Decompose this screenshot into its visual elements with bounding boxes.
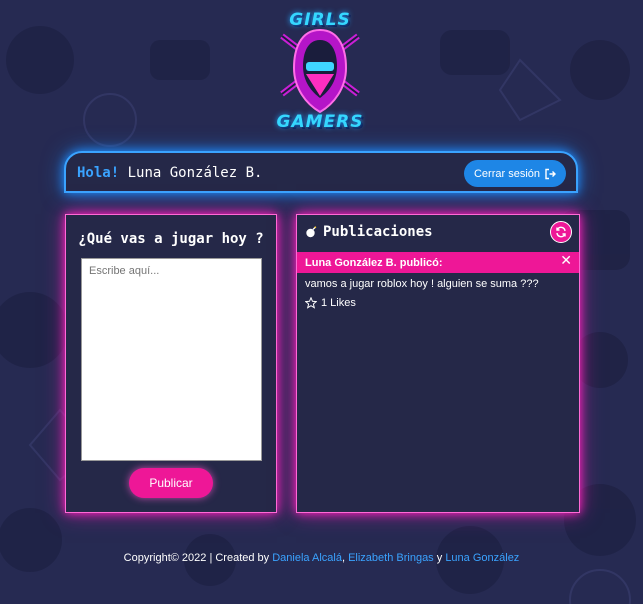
- post-header: Luna González B. publicó: ✕: [297, 252, 579, 273]
- footer-and: y: [436, 552, 443, 564]
- star-outline-icon: [305, 297, 317, 309]
- user-header-bar: Hola! Luna González B. Cerrar sesión: [64, 151, 578, 193]
- greeting: Hola! Luna González B.: [77, 165, 262, 181]
- logo-bottom-text: GAMERS: [276, 112, 364, 132]
- post-author-line: Luna González B. publicó:: [305, 256, 443, 269]
- composer-panel: ¿Qué vas a jugar hoy ? Publicar: [65, 214, 277, 513]
- author-link-elizabeth[interactable]: Elizabeth Bringas: [348, 552, 434, 564]
- refresh-button[interactable]: [550, 221, 572, 243]
- like-button[interactable]: 1 Likes: [305, 297, 356, 309]
- feed-header: Publicaciones: [305, 224, 433, 240]
- post-body: vamos a jugar roblox hoy ! alguien se su…: [305, 278, 539, 290]
- publish-button[interactable]: Publicar: [129, 468, 213, 498]
- logout-label: Cerrar sesión: [473, 167, 541, 180]
- footer: Copyright© 2022 | Created by Daniela Alc…: [0, 552, 643, 564]
- bomb-icon: [305, 226, 317, 238]
- post-textarea[interactable]: [81, 258, 262, 461]
- refresh-icon: [556, 226, 566, 238]
- logout-button[interactable]: Cerrar sesión: [464, 160, 566, 187]
- composer-title: ¿Qué vas a jugar hoy ?: [78, 231, 264, 247]
- footer-sep: ,: [341, 552, 346, 564]
- feed-title: Publicaciones: [323, 224, 433, 240]
- greeting-hola: Hola!: [77, 165, 120, 181]
- footer-copyright: Copyright© 2022 | Created by: [123, 552, 270, 564]
- author-link-daniela[interactable]: Daniela Alcalá: [272, 552, 342, 564]
- girls-gamers-logo: GIRLS GAMERS: [270, 8, 370, 136]
- sign-out-icon: [545, 168, 557, 179]
- feed-panel: Publicaciones Luna González B. publicó: …: [296, 214, 580, 513]
- author-link-luna[interactable]: Luna González: [445, 552, 519, 564]
- likes-count: 1 Likes: [321, 297, 356, 309]
- user-name: Luna González B.: [127, 165, 263, 181]
- close-icon[interactable]: ✕: [560, 253, 572, 269]
- ninja-mascot-icon: [280, 28, 360, 114]
